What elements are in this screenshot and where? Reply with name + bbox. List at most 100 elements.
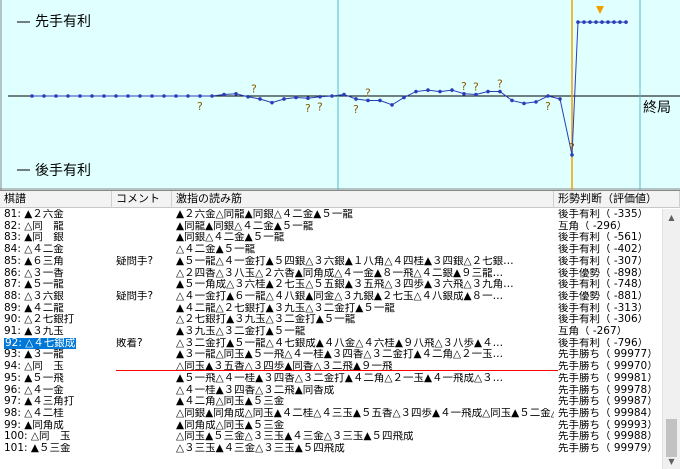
table-row[interactable]: 96: △４一金 △４一桂▲３四香△３二飛▲同香成 先手勝ち（ 99978） bbox=[0, 385, 662, 397]
table-row[interactable]: 100: △同 玉 △同玉▲５三金△３三玉▲４三金△３三玉▲５四飛成 先手勝ち（ 9… bbox=[0, 431, 662, 443]
row-comment-text: 疑問手? bbox=[116, 290, 154, 302]
row-move-text: 90: △２七銀打 bbox=[4, 314, 75, 326]
row-line: ▲５一飛△４一桂▲３四香△３二金打▲４二角△２一玉▲４一飛成△３… bbox=[176, 373, 554, 385]
table-row[interactable]: 82: △同 龍 ▲同龍▲同銀△４二金▲５一龍 互角（ -296） bbox=[0, 221, 662, 233]
row-line: △同玉▲５三金△３三玉▲４三金△３三玉▲５四飛成 bbox=[176, 431, 554, 443]
question-mark: ? bbox=[251, 83, 257, 96]
eval-point bbox=[126, 94, 130, 98]
eval-point bbox=[90, 94, 94, 98]
eval-point bbox=[306, 96, 310, 101]
eval-point bbox=[618, 20, 622, 24]
table-row[interactable]: 84: △４二金 △４二金▲５一龍 後手有利（ -402） bbox=[0, 244, 662, 256]
row-line: ▲３九玉△３二金打▲５一龍 bbox=[176, 326, 554, 338]
row-move-text: 86: △３一香 bbox=[4, 267, 64, 279]
eval-point bbox=[66, 94, 70, 98]
eval-point bbox=[174, 94, 178, 98]
table-row[interactable]: 86: △３一香 △２四香△３八玉△２六香▲同角成△４一金▲８一飛△４二銀▲９三龍… bbox=[0, 268, 662, 280]
row-line-text: ▲３九玉△３二金打▲５一龍 bbox=[176, 326, 306, 337]
row-comment-text: 敗着? bbox=[116, 337, 143, 349]
row-move: 86: △３一香 bbox=[4, 268, 112, 280]
evaluation-chart: 先手有利 後手有利 終局 ??????????? bbox=[0, 0, 680, 190]
eval-point bbox=[378, 98, 382, 103]
row-line: △４一桂▲３四香△３二飛▲同香成 bbox=[176, 385, 554, 397]
row-move: 95: ▲５一飛 bbox=[4, 373, 112, 385]
table-row[interactable]: 92: △４七銀成 敗着? △３二金打▲５一龍△４七銀成▲４八金△４六桂▲９八飛△３… bbox=[0, 337, 662, 350]
eval-point bbox=[78, 94, 82, 98]
table-row[interactable]: 83: ▲同 銀 ▲同銀△４二金▲５一龍 後手有利（ -561） bbox=[0, 232, 662, 244]
row-comment bbox=[116, 326, 172, 338]
eval-point bbox=[150, 94, 154, 98]
table-row[interactable]: 91: ▲３九玉 ▲３九玉△３二金打▲５一龍 互角（ -267） bbox=[0, 326, 662, 338]
row-move: 94: △同 玉 bbox=[4, 361, 112, 373]
row-comment bbox=[116, 303, 172, 315]
row-move: 97: ▲４三角打 bbox=[4, 396, 112, 408]
row-move-text: 81: ▲２六金 bbox=[4, 209, 64, 220]
eval-point bbox=[270, 100, 274, 105]
scroll-up-icon[interactable]: ▲ bbox=[663, 209, 680, 226]
label-game-end: 終局 bbox=[643, 100, 671, 116]
vertical-scrollbar[interactable]: ▲ ▼ bbox=[662, 209, 680, 469]
row-move-text: 89: ▲４二龍 bbox=[4, 302, 64, 314]
row-line-text: △２七銀打▲３九玉△３二金打▲５一龍 bbox=[176, 314, 356, 326]
table-row[interactable]: 87: ▲５一龍 ▲５一角成△３六桂▲２七玉△５五銀▲３五飛△３四歩▲３六飛△３九… bbox=[0, 279, 662, 291]
eval-point bbox=[186, 94, 190, 98]
scroll-down-icon[interactable]: ▼ bbox=[663, 453, 680, 469]
table-row[interactable]: 85: ▲６三角 疑問手? ▲５一龍△４一金打▲５四銀△３六銀▲１八角△４四桂▲３四… bbox=[0, 256, 662, 268]
question-mark: ? bbox=[353, 103, 359, 116]
row-eval-text: 後手有利（ -307） bbox=[558, 255, 649, 267]
table-row[interactable]: 95: ▲５一飛 ▲５一飛△４一桂▲３四香△３二金打▲４二角△２一玉▲４一飛成△３… bbox=[0, 373, 662, 385]
column-header-line[interactable]: 激指の読み筋 bbox=[172, 191, 554, 208]
table-row[interactable]: 94: △同 玉 △同玉▲３五香△３四歩▲同香△３二飛▲９一飛 先手勝ち（ 9997… bbox=[0, 361, 662, 373]
row-line: ▲４二龍△２七銀打▲３九玉△３二金打▲５一龍 bbox=[176, 303, 554, 315]
eval-point bbox=[402, 95, 406, 100]
row-move: 91: ▲３九玉 bbox=[4, 326, 112, 338]
row-line-text: △３二金打▲５一龍△４七銀成▲４八金△４六桂▲９八飛△３八歩▲４… bbox=[176, 337, 504, 349]
row-eval: 先手勝ち（ 99970） bbox=[558, 361, 662, 373]
label-gote-advantage: 後手有利 bbox=[35, 163, 91, 179]
row-eval: 後手有利（ -307） bbox=[558, 256, 662, 268]
row-comment bbox=[116, 209, 172, 221]
question-mark: ? bbox=[317, 101, 323, 114]
row-eval-text: 先手勝ち（ 99984） bbox=[558, 407, 658, 419]
row-eval: 先手勝ち（ 99988） bbox=[558, 431, 662, 443]
eval-point bbox=[624, 20, 628, 24]
eval-point bbox=[582, 20, 586, 24]
table-row[interactable]: 81: ▲２六金 ▲２六金△同龍▲同銀△４二金▲５一龍 後手有利（ -335） bbox=[0, 209, 662, 221]
row-line-text: △２四香△３八玉△２六香▲同角成△４一金▲８一飛△４二銀▲９三龍… bbox=[176, 267, 504, 279]
table-row[interactable]: 98: △４二桂 △同銀▲同角成△同玉▲４二桂△４三玉▲５五香△３四歩▲４一飛成△… bbox=[0, 408, 662, 420]
eval-point bbox=[282, 97, 286, 101]
row-line: ▲同銀△４二金▲５一龍 bbox=[176, 232, 554, 244]
row-move-text: 99: ▲同角成 bbox=[4, 419, 64, 431]
column-header-move[interactable]: 棋譜 bbox=[0, 191, 112, 208]
table-row[interactable]: 90: △２七銀打 △２七銀打▲３九玉△３二金打▲５一龍 後手有利（ -306） bbox=[0, 314, 662, 326]
row-comment bbox=[116, 268, 172, 280]
row-comment bbox=[116, 373, 172, 385]
column-header-comment[interactable]: コメント bbox=[112, 191, 172, 208]
row-comment bbox=[116, 385, 172, 397]
table-row[interactable]: 93: ▲３一龍 ▲３一龍△同玉▲５一飛△４一桂▲３四香△３二金打▲４二角△２一玉… bbox=[0, 349, 662, 361]
row-comment bbox=[116, 232, 172, 244]
row-line-text: ▲５一龍△４一金打▲５四銀△３六銀▲１八角△４四桂▲３四銀△２七銀… bbox=[176, 255, 514, 267]
row-eval-text: 後手有利（ -306） bbox=[558, 314, 649, 326]
eval-point bbox=[198, 94, 202, 98]
row-eval: 後手有利（ -748） bbox=[558, 279, 662, 291]
row-move-text: 85: ▲６三角 bbox=[4, 255, 64, 267]
row-line: ▲同龍▲同銀△４二金▲５一龍 bbox=[176, 221, 554, 233]
row-line: △同銀▲同角成△同玉▲４二桂△４三玉▲５五香△３四歩▲４一飛成△同玉▲５二金△… bbox=[176, 408, 554, 420]
row-move-text: 94: △同 玉 bbox=[4, 361, 64, 373]
column-header-eval[interactable]: 形勢判断（評価値） bbox=[554, 191, 680, 208]
row-eval-text: 後手優勢（ -898） bbox=[558, 267, 649, 279]
eval-point bbox=[258, 97, 262, 101]
table-row[interactable]: 89: ▲４二龍 ▲４二龍△２七銀打▲３九玉△３二金打▲５一龍 後手有利（ -313… bbox=[0, 303, 662, 315]
eval-point bbox=[30, 94, 34, 98]
evaluation-graph[interactable]: 先手有利 後手有利 終局 ??????????? bbox=[0, 0, 680, 190]
row-eval: 後手優勢（ -881） bbox=[558, 291, 662, 303]
table-row[interactable]: 99: ▲同角成 ▲同角成△同玉▲５三金 先手勝ち（ 99993） bbox=[0, 420, 662, 432]
table-row[interactable]: 88: △３六銀 疑問手? △４一金打▲６一龍△４八銀▲同金△３九銀▲２七玉△４八銀… bbox=[0, 291, 662, 303]
row-move-text: 88: △３六銀 bbox=[4, 290, 64, 302]
row-eval-text: 先手勝ち（ 99981） bbox=[558, 372, 658, 384]
table-row[interactable]: 101: ▲５三金 △３三玉▲４三金△３三玉▲５四飛成 先手勝ち（ 99979） bbox=[0, 443, 662, 455]
row-eval: 後手有利（ -335） bbox=[558, 209, 662, 221]
scroll-thumb[interactable] bbox=[666, 419, 677, 457]
table-row[interactable]: 97: ▲４三角打 ▲４二角△同玉▲５三金 先手勝ち（ 99987） bbox=[0, 396, 662, 408]
